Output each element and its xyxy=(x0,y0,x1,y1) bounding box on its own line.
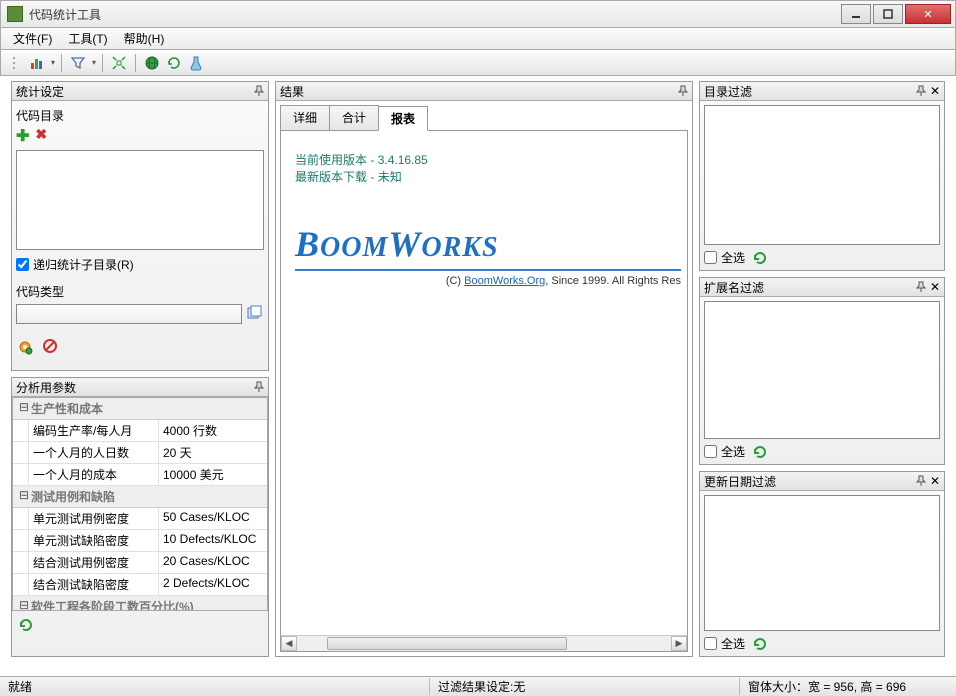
param-group-header[interactable]: ⊟生产性和成本 xyxy=(13,398,267,420)
param-row[interactable]: 单元测试用例密度50 Cases/KLOC xyxy=(13,508,267,530)
param-row[interactable]: 一个人月的成本10000 美元 xyxy=(13,464,267,486)
add-dir-button[interactable]: ✚ xyxy=(16,126,29,146)
dir-filter-list[interactable] xyxy=(704,105,940,245)
param-group-header[interactable]: ⊟软件工程各阶段工数百分比(%) xyxy=(13,596,267,611)
flask-button[interactable] xyxy=(186,53,206,73)
param-row[interactable]: 结合测试用例密度20 Cases/KLOC xyxy=(13,552,267,574)
ext-select-all-checkbox[interactable] xyxy=(704,445,717,458)
ext-filter-list[interactable] xyxy=(704,301,940,439)
panel-settings-header: 统计设定 xyxy=(12,82,268,101)
panel-results-title: 结果 xyxy=(280,83,678,100)
panel-filter-ext: 扩展名过滤 ✕ 全选 xyxy=(699,277,945,465)
window-title: 代码统计工具 xyxy=(29,6,839,23)
status-ready: 就绪 xyxy=(0,678,430,695)
ext-refresh-button[interactable] xyxy=(753,445,767,459)
latest-version-line: 最新版本下载 - 未知 xyxy=(295,168,681,185)
code-dir-list[interactable] xyxy=(16,150,264,250)
refresh-params-button[interactable] xyxy=(18,617,268,633)
logo-underline xyxy=(295,269,681,271)
scroll-left-icon[interactable]: ◀ xyxy=(281,636,297,651)
panel-params: 分析用参数 ⊟生产性和成本编码生产率/每人月4000 行数一个人月的人日数20 … xyxy=(11,377,269,657)
current-version-line: 当前使用版本 - 3.4.16.85 xyxy=(295,151,681,168)
close-panel-icon[interactable]: ✕ xyxy=(930,280,940,294)
scroll-thumb[interactable] xyxy=(327,637,567,650)
param-row[interactable]: 结合测试缺陷密度2 Defects/KLOC xyxy=(13,574,267,596)
pin-icon[interactable] xyxy=(916,281,926,293)
toolbar: ▾ ▾ xyxy=(0,50,956,76)
workspace: 统计设定 代码目录 ✚ ✖ 递归统计子目录(R) 代码类型 xyxy=(1,77,955,676)
date-select-all-checkbox[interactable] xyxy=(704,637,717,650)
code-type-combo[interactable] xyxy=(16,304,242,324)
close-button[interactable]: ✕ xyxy=(905,4,951,24)
app-icon xyxy=(7,6,23,22)
panel-settings: 统计设定 代码目录 ✚ ✖ 递归统计子目录(R) 代码类型 xyxy=(11,81,269,371)
horizontal-scrollbar[interactable]: ◀ ▶ xyxy=(281,635,687,651)
globe-button[interactable] xyxy=(142,53,162,73)
menu-help[interactable]: 帮助(H) xyxy=(116,29,173,49)
code-type-label: 代码类型 xyxy=(16,283,264,300)
maximize-button[interactable] xyxy=(873,4,903,24)
status-size: 窗体大小：宽 = 956, 高 = 696 xyxy=(740,678,956,695)
panel-results: 结果 详细 合计 报表 当前使用版本 - 3.4.16.85 最新版本下载 - … xyxy=(275,81,693,657)
logo-text: BOOMWORKS xyxy=(295,223,681,265)
panel-settings-title: 统计设定 xyxy=(16,83,254,100)
window-controls: ✕ xyxy=(839,4,951,24)
panel-filter-date: 更新日期过滤 ✕ 全选 xyxy=(699,471,945,657)
close-panel-icon[interactable]: ✕ xyxy=(930,474,940,488)
pin-icon[interactable] xyxy=(916,85,926,97)
pin-icon[interactable] xyxy=(254,85,264,97)
refresh-globe-button[interactable] xyxy=(164,53,184,73)
date-filter-list[interactable] xyxy=(704,495,940,631)
code-type-side-button[interactable] xyxy=(246,305,264,323)
scroll-right-icon[interactable]: ▶ xyxy=(671,636,687,651)
copyright-link[interactable]: BoomWorks.Org xyxy=(464,275,545,287)
date-refresh-button[interactable] xyxy=(753,637,767,651)
panel-filter-ext-title: 扩展名过滤 xyxy=(704,279,916,296)
grip-icon xyxy=(5,53,25,73)
gear-button[interactable] xyxy=(16,338,34,356)
date-select-all-label: 全选 xyxy=(721,635,745,652)
status-filter: 过滤结果设定:无 xyxy=(430,678,740,695)
panel-results-header: 结果 xyxy=(276,82,692,101)
param-group-header[interactable]: ⊟测试用例和缺陷 xyxy=(13,486,267,508)
remove-dir-button[interactable]: ✖ xyxy=(35,126,47,146)
param-row[interactable]: 编码生产率/每人月4000 行数 xyxy=(13,420,267,442)
report-area: 当前使用版本 - 3.4.16.85 最新版本下载 - 未知 BOOMWORKS… xyxy=(280,131,688,652)
recursive-checkbox[interactable] xyxy=(16,258,29,271)
panel-params-title: 分析用参数 xyxy=(16,379,254,396)
dir-select-all-checkbox[interactable] xyxy=(704,251,717,264)
ext-select-all-label: 全选 xyxy=(721,443,745,460)
chart-button[interactable]: ▾ xyxy=(27,53,47,73)
forbid-button[interactable] xyxy=(42,338,58,356)
menu-file[interactable]: 文件(F) xyxy=(5,29,60,49)
close-panel-icon[interactable]: ✕ xyxy=(930,84,940,98)
tab-report[interactable]: 报表 xyxy=(378,106,428,131)
copyright-line: (C) BoomWorks.Org, Since 1999. All Right… xyxy=(295,275,681,287)
panel-filter-date-title: 更新日期过滤 xyxy=(704,473,916,490)
param-row[interactable]: 一个人月的人日数20 天 xyxy=(13,442,267,464)
param-grid[interactable]: ⊟生产性和成本编码生产率/每人月4000 行数一个人月的人日数20 天一个人月的… xyxy=(12,397,268,611)
title-bar: 代码统计工具 ✕ xyxy=(0,0,956,28)
panel-filter-dir: 目录过滤 ✕ 全选 xyxy=(699,81,945,271)
menu-bar: 文件(F) 工具(T) 帮助(H) xyxy=(0,28,956,50)
minimize-button[interactable] xyxy=(841,4,871,24)
dir-select-all-label: 全选 xyxy=(721,249,745,266)
panel-params-header: 分析用参数 xyxy=(12,378,268,397)
pin-icon[interactable] xyxy=(916,475,926,487)
param-row[interactable]: 单元测试缺陷密度10 Defects/KLOC xyxy=(13,530,267,552)
tab-detail[interactable]: 详细 xyxy=(280,105,330,130)
pin-icon[interactable] xyxy=(254,381,264,393)
status-bar: 就绪 过滤结果设定:无 窗体大小：宽 = 956, 高 = 696 xyxy=(0,676,956,696)
menu-tools[interactable]: 工具(T) xyxy=(60,29,115,49)
filter-button[interactable]: ▾ xyxy=(68,53,88,73)
tab-total[interactable]: 合计 xyxy=(329,105,379,130)
panel-filter-dir-title: 目录过滤 xyxy=(704,83,916,100)
expand-button[interactable] xyxy=(109,53,129,73)
dir-refresh-button[interactable] xyxy=(753,251,767,265)
code-dir-label: 代码目录 xyxy=(16,107,264,124)
result-tabs: 详细 合计 报表 xyxy=(280,105,688,131)
recursive-label: 递归统计子目录(R) xyxy=(33,256,134,273)
pin-icon[interactable] xyxy=(678,85,688,97)
